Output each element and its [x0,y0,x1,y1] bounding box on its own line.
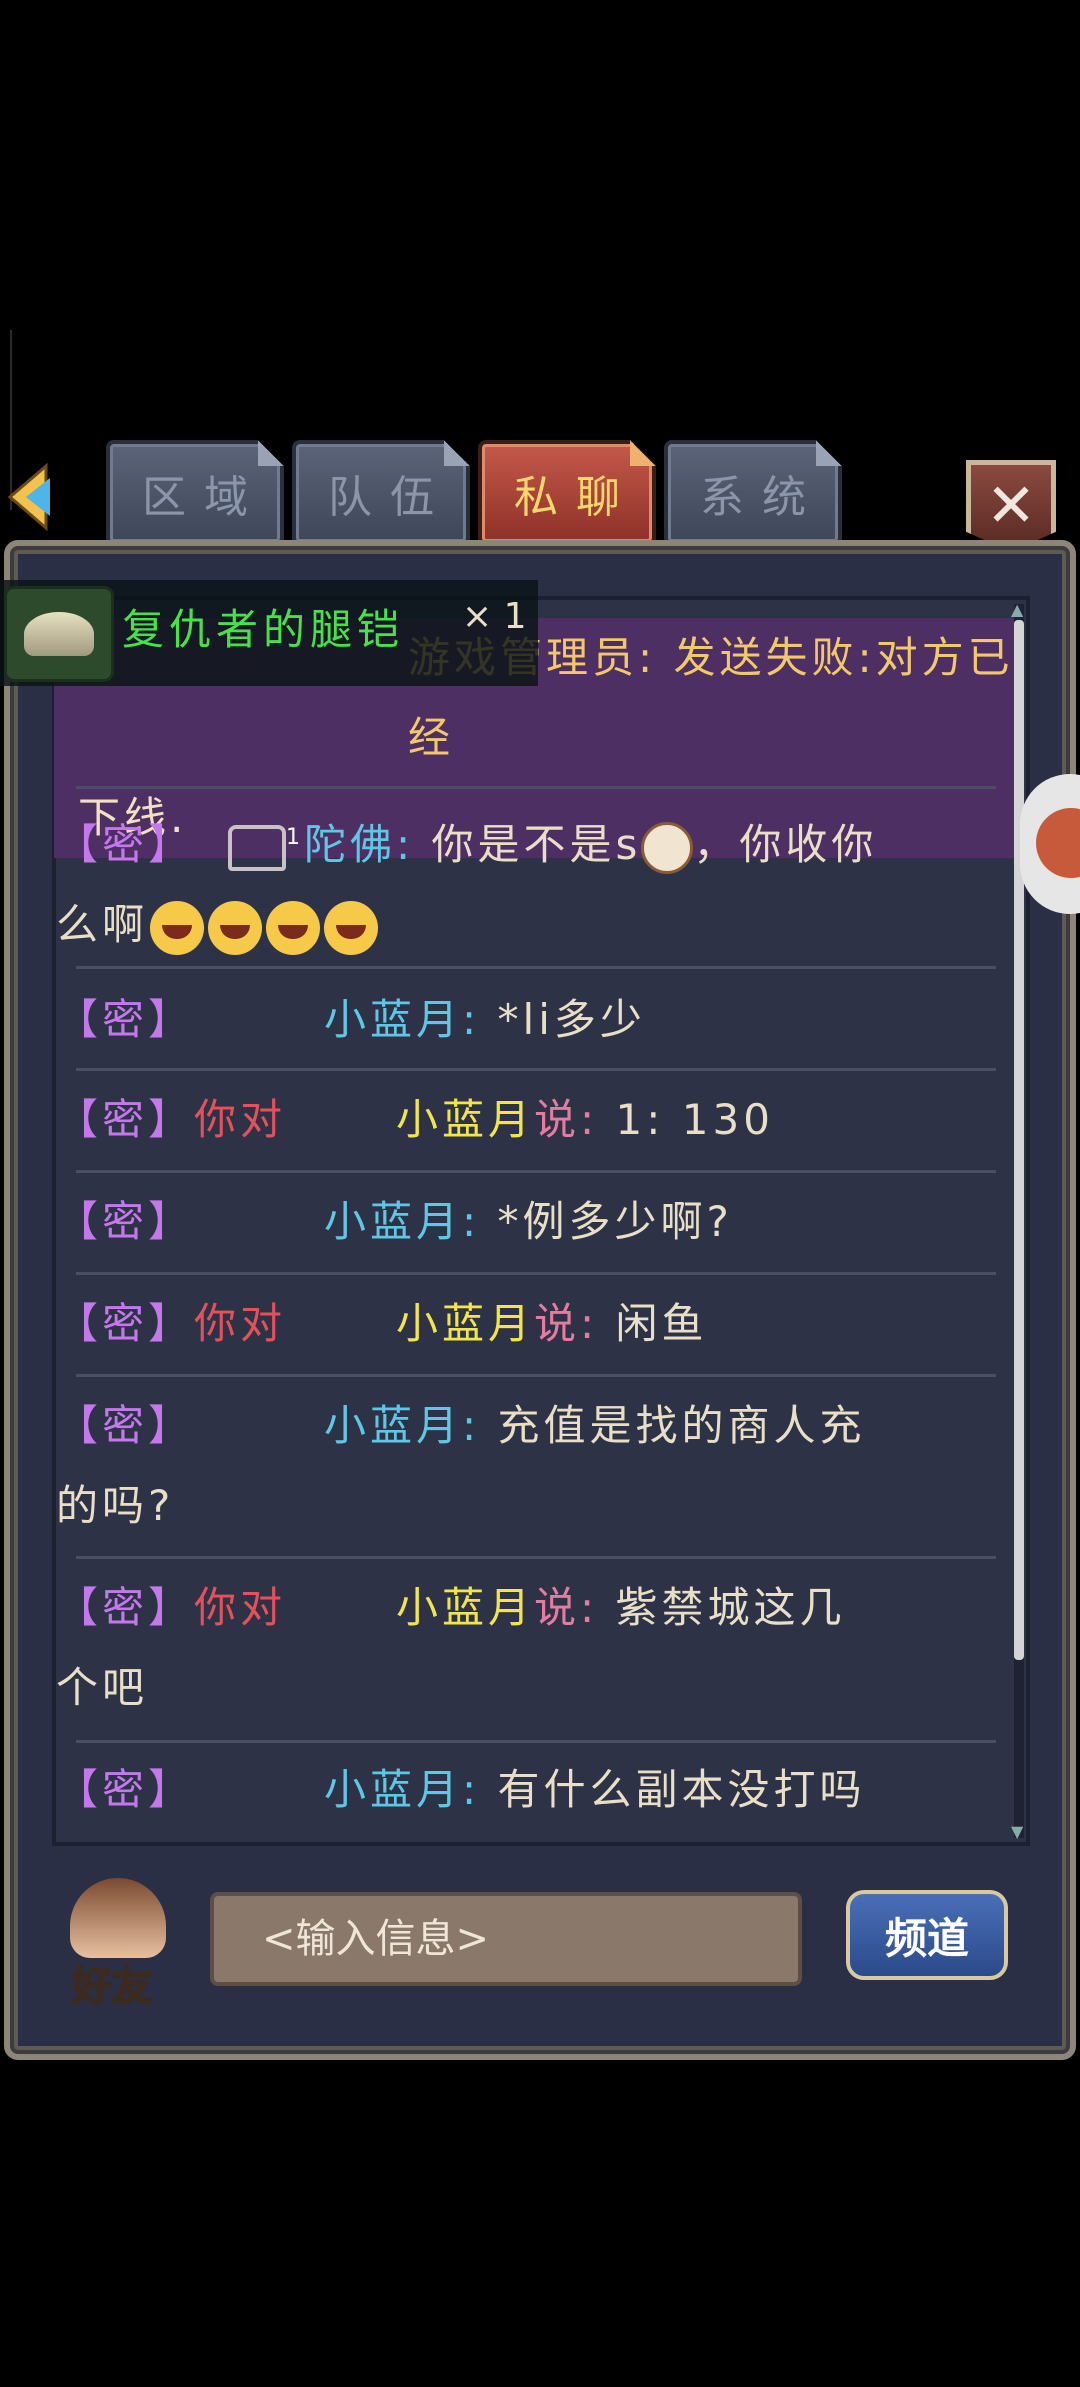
target-name[interactable]: 小蓝月 [396,1583,534,1632]
tab-system-label: 系统 [700,472,824,523]
divider [76,1272,996,1275]
item-count: × 1 [462,596,527,637]
divider [76,1740,996,1743]
list-item: 【密】 1陀佛: 你是不是s ，你收你 么啊 [56,798,996,965]
private-tag: 【密】 [56,1401,195,1450]
message-text: 么啊 [56,900,149,949]
sender-name[interactable]: 小蓝月: [324,1765,480,1814]
list-item: 【密】你对 小蓝月说: 1: 130 [56,1080,996,1160]
tab-team-label: 队伍 [328,472,452,523]
dog-emoji-icon [641,821,694,874]
private-tag: 【密】 [56,995,195,1044]
scrollbar-thumb[interactable] [1014,620,1024,1660]
tab-team[interactable]: 队伍 [292,440,470,546]
you-label: 你对 [194,1583,287,1632]
divider [76,1068,996,1071]
laughing-emoji-icon [208,900,263,955]
divider [76,966,996,969]
private-tag: 【密】 [56,1095,195,1144]
you-label: 你对 [194,1095,287,1144]
say-label: 说: [534,1583,599,1632]
list-item: 【密】你对 小蓝月说: 闲鱼 [56,1284,996,1364]
sender-name[interactable]: 陀佛: [304,820,414,869]
divider [76,1556,996,1559]
private-tag: 【密】 [56,1765,195,1814]
tab-region[interactable]: 区域 [106,440,284,546]
divider [76,786,996,789]
sender-name[interactable]: 小蓝月: [324,995,480,1044]
back-arrow-icon[interactable] [6,462,62,532]
level-badge: 1 [286,825,305,850]
private-tag: 【密】 [56,1299,195,1348]
divider [76,1374,996,1377]
channel-button[interactable]: 频道 [846,1890,1008,1980]
channel-label: 频道 [884,1913,969,1963]
tab-region-label: 区域 [142,472,266,523]
close-button[interactable]: ✕ [966,460,1056,552]
message-input[interactable]: <输入信息> [210,1892,802,1986]
sender-name[interactable]: 小蓝月: [324,1401,480,1450]
message-text: 的吗? [56,1481,175,1530]
laughing-emoji-icon [324,900,379,955]
laughing-emoji-icon [266,900,321,955]
message-text: *例多少啊? [480,1197,733,1246]
message-text: 充值是找的商人充 [480,1401,866,1450]
leg-armor-icon[interactable] [4,586,114,682]
private-tag: 【密】 [56,820,195,869]
message-text: 闲鱼 [598,1299,708,1348]
message-text: ，你收你 [693,820,878,869]
message-text: 1: 130 [598,1095,774,1144]
close-icon: ✕ [985,471,1037,541]
crown-icon [228,824,287,871]
tab-private-chat[interactable]: 私聊 [478,440,656,546]
list-item: 【密】 小蓝月: 充值是找的商人充 的吗? [56,1386,996,1546]
tab-system[interactable]: 系统 [664,440,842,546]
divider [76,1170,996,1173]
list-item: 【密】你对 小蓝月说: 紫禁城这几 个吧 [56,1568,996,1728]
sender-name[interactable]: 小蓝月: [324,1197,480,1246]
private-tag: 【密】 [56,1197,195,1246]
scroll-down-icon[interactable]: ▼ [1011,1822,1023,1841]
list-item: 【密】 小蓝月: *例多少啊? [56,1182,996,1262]
list-item: 【密】 小蓝月: *li多少 [56,980,996,1060]
target-name[interactable]: 小蓝月 [396,1095,534,1144]
laughing-emoji-icon [150,900,205,955]
message-text: *li多少 [480,995,646,1044]
scroll-up-icon[interactable]: ▲ [1011,600,1023,619]
message-text: 紫禁城这几 [598,1583,846,1632]
friends-label: 好友 [71,1963,153,2011]
private-tag: 【密】 [56,1583,195,1632]
message-text: 你是不是s [414,820,642,869]
message-text: 个吧 [56,1663,149,1712]
you-label: 你对 [194,1299,287,1348]
target-name[interactable]: 小蓝月 [396,1299,534,1348]
list-item: 【密】 小蓝月: 有什么副本没打吗 [56,1750,996,1830]
item-name: 复仇者的腿铠 [122,605,405,654]
message-text: 有什么副本没打吗 [480,1765,866,1814]
say-label: 说: [534,1095,599,1144]
tab-private-chat-label: 私聊 [514,472,638,523]
say-label: 说: [534,1299,599,1348]
